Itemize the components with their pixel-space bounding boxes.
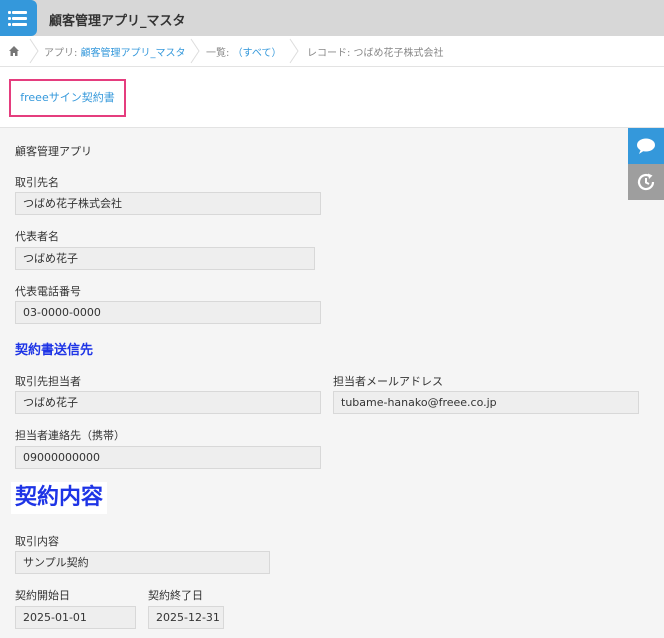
breadcrumb-app-prefix: アプリ: [44,48,81,59]
start-date-field[interactable]: 2025-01-01 [15,606,136,629]
start-date-label: 契約開始日 [15,589,70,602]
app-title: 顧客管理アプリ_マスタ [49,14,186,29]
record-action-bar: freeeサイン契約書 [0,67,664,128]
app-list-icon[interactable] [0,0,37,36]
breadcrumb-separator [289,38,299,64]
section-send-to-heading: 契約書送信先 [15,343,94,358]
breadcrumb: アプリ: 顧客管理アプリ_マスタ 一覧: （すべて） レコード: つばめ花子株式… [0,36,664,67]
breadcrumb-app[interactable]: アプリ: 顧客管理アプリ_マスタ [44,44,186,59]
contact-mobile-field[interactable]: 09000000000 [15,446,321,469]
contact-email-field[interactable]: tubame-hanako@freee.co.jp [333,391,639,414]
history-button[interactable] [628,164,664,200]
end-date-label: 契約終了日 [148,589,203,602]
client-contact-label: 取引先担当者 [15,375,81,388]
comment-button[interactable] [628,128,664,164]
representative-field[interactable]: つばめ花子 [15,247,315,270]
section-contract-heading: 契約内容 [11,482,108,514]
breadcrumb-separator [190,38,200,64]
client-name-label: 取引先名 [15,176,59,189]
deal-content-field[interactable]: サンプル契約 [15,551,270,574]
contact-mobile-label: 担当者連絡先（携帯） [15,429,125,442]
freee-sign-contract-button[interactable]: freeeサイン契約書 [9,79,126,117]
rep-phone-field[interactable]: 03-0000-0000 [15,301,321,324]
comment-icon [637,138,655,154]
app-name-label: 顧客管理アプリ [15,145,92,158]
deal-content-label: 取引内容 [15,535,59,548]
breadcrumb-record: レコード: つばめ花子株式会社 [307,48,444,59]
app-header: 顧客管理アプリ_マスタ [0,0,664,36]
breadcrumb-app-link[interactable]: 顧客管理アプリ_マスタ [81,48,186,59]
home-icon[interactable] [8,45,20,57]
breadcrumb-list-prefix: 一覧: [206,48,233,59]
breadcrumb-list-link[interactable]: （すべて） [233,48,282,59]
client-name-field[interactable]: つばめ花子株式会社 [15,192,321,215]
breadcrumb-list[interactable]: 一覧: （すべて） [206,44,281,59]
end-date-field[interactable]: 2025-12-31 [148,606,224,629]
contact-email-label: 担当者メールアドレス [333,375,443,388]
client-contact-field[interactable]: つばめ花子 [15,391,321,414]
breadcrumb-separator [29,38,39,64]
representative-label: 代表者名 [15,230,59,243]
history-icon [637,173,655,191]
rep-phone-label: 代表電話番号 [15,285,81,298]
